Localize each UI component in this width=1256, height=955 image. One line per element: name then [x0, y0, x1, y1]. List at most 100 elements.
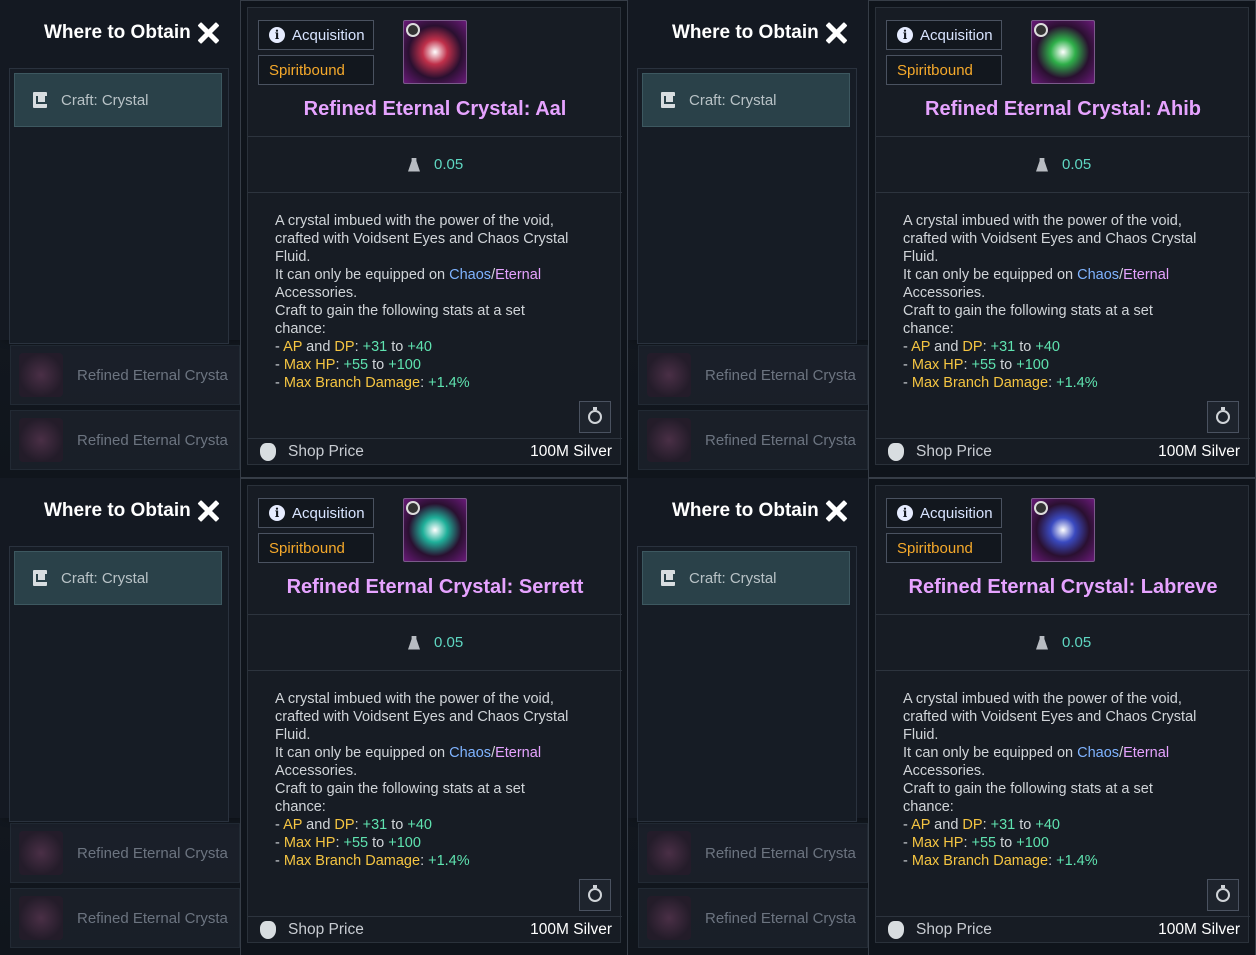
accessory-slot-button[interactable] [1207, 401, 1239, 433]
accessory-slot-button[interactable] [579, 879, 611, 911]
weight-value: 0.05 [1062, 634, 1092, 651]
acquisition-button[interactable]: i Acquisition [258, 498, 374, 528]
stat-colon: : [420, 853, 429, 869]
weight-value: 0.05 [434, 156, 464, 173]
item-name: Refined Eternal Crystal: Labreve [908, 576, 1218, 598]
ring-slot-icon [406, 501, 420, 515]
equip-chaos: Chaos [449, 267, 492, 283]
obtain-source-craft[interactable]: Craft: Crystal [14, 73, 222, 127]
stat-to: to [368, 357, 389, 373]
stat-to: to [387, 339, 408, 355]
where-to-obtain-panel: Where to Obtain Craft: Crystal [628, 478, 868, 822]
crystal-thumbnail-icon [19, 896, 63, 940]
obtain-source-craft[interactable]: Craft: Crystal [642, 73, 850, 127]
stat-ap: AP [283, 817, 303, 833]
stat-min: +55 [343, 357, 369, 373]
stat-colon: : [963, 835, 972, 851]
stat-dash: - [275, 853, 284, 869]
desc-line: crafted with Voidsent Eyes and Chaos Cry… [903, 231, 1197, 247]
bound-label: Spiritbound [269, 61, 345, 79]
stat-colon: : [335, 357, 344, 373]
divider [876, 136, 1250, 137]
accessory-slot-button[interactable] [1207, 879, 1239, 911]
where-to-obtain-title: Where to Obtain [672, 22, 819, 43]
stat-to: to [368, 835, 389, 851]
stat-ap: AP [283, 339, 303, 355]
stat-max-hp: - Max HP: +55 to +100 [275, 356, 605, 374]
list-item[interactable]: Refined Eternal Crysta [638, 345, 868, 405]
stat-dp: DP [962, 339, 983, 355]
obtain-source-craft[interactable]: Craft: Crystal [642, 551, 850, 605]
close-icon[interactable] [823, 20, 849, 46]
list-item-label: Refined Eternal Crysta [705, 431, 856, 449]
acquisition-button[interactable]: i Acquisition [886, 20, 1002, 50]
obtain-source-craft[interactable]: Craft: Crystal [14, 551, 222, 605]
crystal-thumbnail-icon [19, 418, 63, 462]
weight-icon [1036, 157, 1048, 172]
list-item[interactable]: Refined Eternal Crysta [638, 410, 868, 470]
divider [248, 614, 622, 615]
item-description: A crystal imbued with the power of the v… [903, 690, 1233, 870]
item-tooltip: i Acquisition Spiritbound Refined Eterna… [240, 0, 628, 478]
equip-chaos: Chaos [449, 745, 492, 761]
silver-pouch-icon [888, 443, 904, 461]
close-icon[interactable] [195, 498, 221, 524]
list-item[interactable]: Refined Eternal Crysta [10, 888, 240, 948]
stat-max: +40 [1035, 339, 1060, 355]
stat-max-hp: - Max HP: +55 to +100 [275, 834, 605, 852]
desc-line: A crystal imbued with the power of the v… [903, 213, 1182, 229]
list-item[interactable]: Refined Eternal Crysta [638, 823, 868, 883]
stat-name: Max HP [911, 835, 964, 851]
stat-to: to [387, 817, 408, 833]
item-weight: 0.05 [408, 634, 463, 651]
stat-min: +31 [990, 339, 1016, 355]
close-icon[interactable] [195, 20, 221, 46]
stat-ap: AP [911, 817, 931, 833]
desc-line: Accessories. [903, 763, 986, 779]
shop-price-row: Shop Price 100M Silver [248, 438, 622, 466]
equip-restriction: It can only be equipped on Chaos/Eternal [275, 744, 605, 762]
equip-restriction: It can only be equipped on Chaos/Eternal [275, 266, 605, 284]
acquisition-button[interactable]: i Acquisition [258, 20, 374, 50]
crystal-thumbnail-icon [647, 353, 691, 397]
equip-prefix: It can only be equipped on [903, 267, 1078, 283]
list-item[interactable]: Refined Eternal Crysta [10, 410, 240, 470]
bound-label: Spiritbound [269, 539, 345, 557]
tooltip-screenshot-2: Refined Eternal Crysta Refined Eternal C… [628, 0, 1256, 478]
obtain-source-label: Craft: Crystal [61, 91, 149, 109]
info-icon: i [897, 27, 913, 43]
stat-colon: : [354, 817, 363, 833]
silver-pouch-icon [888, 921, 904, 939]
stat-colon: : [1048, 375, 1057, 391]
list-item[interactable]: Refined Eternal Crysta [10, 345, 240, 405]
ring-icon [588, 885, 602, 902]
tooltip-body: i Acquisition Spiritbound Refined Eterna… [875, 7, 1250, 465]
desc-line: Fluid. [275, 249, 311, 265]
item-weight: 0.05 [1036, 156, 1091, 173]
desc-line: crafted with Voidsent Eyes and Chaos Cry… [903, 709, 1197, 725]
silver-pouch-icon [260, 921, 276, 939]
stat-colon: : [963, 357, 972, 373]
list-item[interactable]: Refined Eternal Crysta [638, 888, 868, 948]
close-icon[interactable] [823, 498, 849, 524]
stat-dash: - [903, 339, 912, 355]
acquisition-button[interactable]: i Acquisition [886, 498, 1002, 528]
equip-prefix: It can only be equipped on [275, 745, 450, 761]
item-description: A crystal imbued with the power of the v… [275, 212, 605, 392]
list-item-label: Refined Eternal Crysta [77, 844, 228, 862]
stat-name: Max Branch Damage [283, 375, 421, 391]
shop-price-label: Shop Price [916, 921, 992, 938]
item-description: A crystal imbued with the power of the v… [903, 212, 1233, 392]
info-icon: i [897, 505, 913, 521]
list-item[interactable]: Refined Eternal Crysta [10, 823, 240, 883]
desc-line: A crystal imbued with the power of the v… [275, 213, 554, 229]
item-name: Refined Eternal Crystal: Serrett [286, 576, 584, 598]
item-description: A crystal imbued with the power of the v… [275, 690, 605, 870]
divider [248, 670, 622, 671]
accessory-slot-button[interactable] [579, 401, 611, 433]
crystal-thumbnail-icon [19, 353, 63, 397]
stat-colon: : [982, 339, 991, 355]
background-item-list: Refined Eternal Crysta Refined Eternal C… [0, 340, 250, 475]
weight-value: 0.05 [434, 634, 464, 651]
ring-slot-icon [1034, 23, 1048, 37]
